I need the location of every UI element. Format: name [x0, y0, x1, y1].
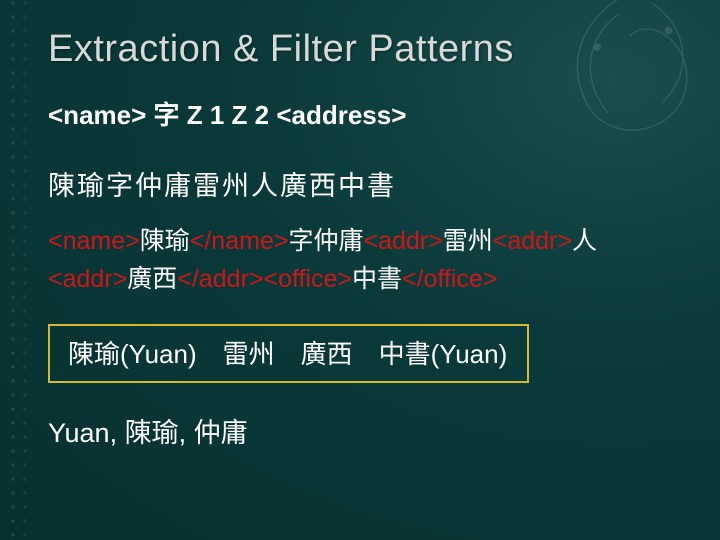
entity-name: 陳瑜(Yuan)	[68, 334, 197, 371]
txt-office: 中書	[352, 265, 402, 293]
entity-addr-1: 雷州	[223, 334, 275, 371]
tag-addr-2: <addr>	[493, 227, 572, 255]
entity-addr-2: 廣西	[301, 334, 353, 371]
tag-addr-3: <addr>	[48, 265, 127, 293]
txt-name: 陳瑜	[140, 227, 190, 255]
tag-name-close: </name>	[190, 227, 289, 255]
txt-ren: 人	[572, 227, 597, 255]
tagged-output: <name>陳瑜</name>字仲庸<addr>雷州<addr>人 <addr>…	[48, 223, 672, 298]
extracted-entities-box: 陳瑜(Yuan) 雷州 廣西 中書(Yuan)	[48, 324, 529, 383]
slide-title: Extraction & Filter Patterns	[48, 28, 672, 71]
txt-addr-3: 廣西	[127, 265, 177, 293]
txt-zi: 字仲庸	[288, 227, 363, 255]
pattern-template: <name> 字 Z 1 Z 2 <address>	[48, 95, 672, 132]
tag-addr-close-office-open: </addr><office>	[177, 265, 352, 293]
entity-office: 中書(Yuan)	[379, 334, 508, 371]
tag-name-open: <name>	[48, 227, 140, 255]
slide-body: Extraction & Filter Patterns <name> 字 Z …	[0, 0, 720, 540]
tag-addr-1: <addr>	[363, 227, 442, 255]
tag-office-close: </office>	[402, 265, 497, 293]
txt-addr-1: 雷州	[443, 227, 493, 255]
example-source-text: 陳瑜字仲庸雷州人廣西中書	[48, 164, 672, 203]
filter-output: Yuan, 陳瑜, 仲庸	[48, 411, 672, 450]
